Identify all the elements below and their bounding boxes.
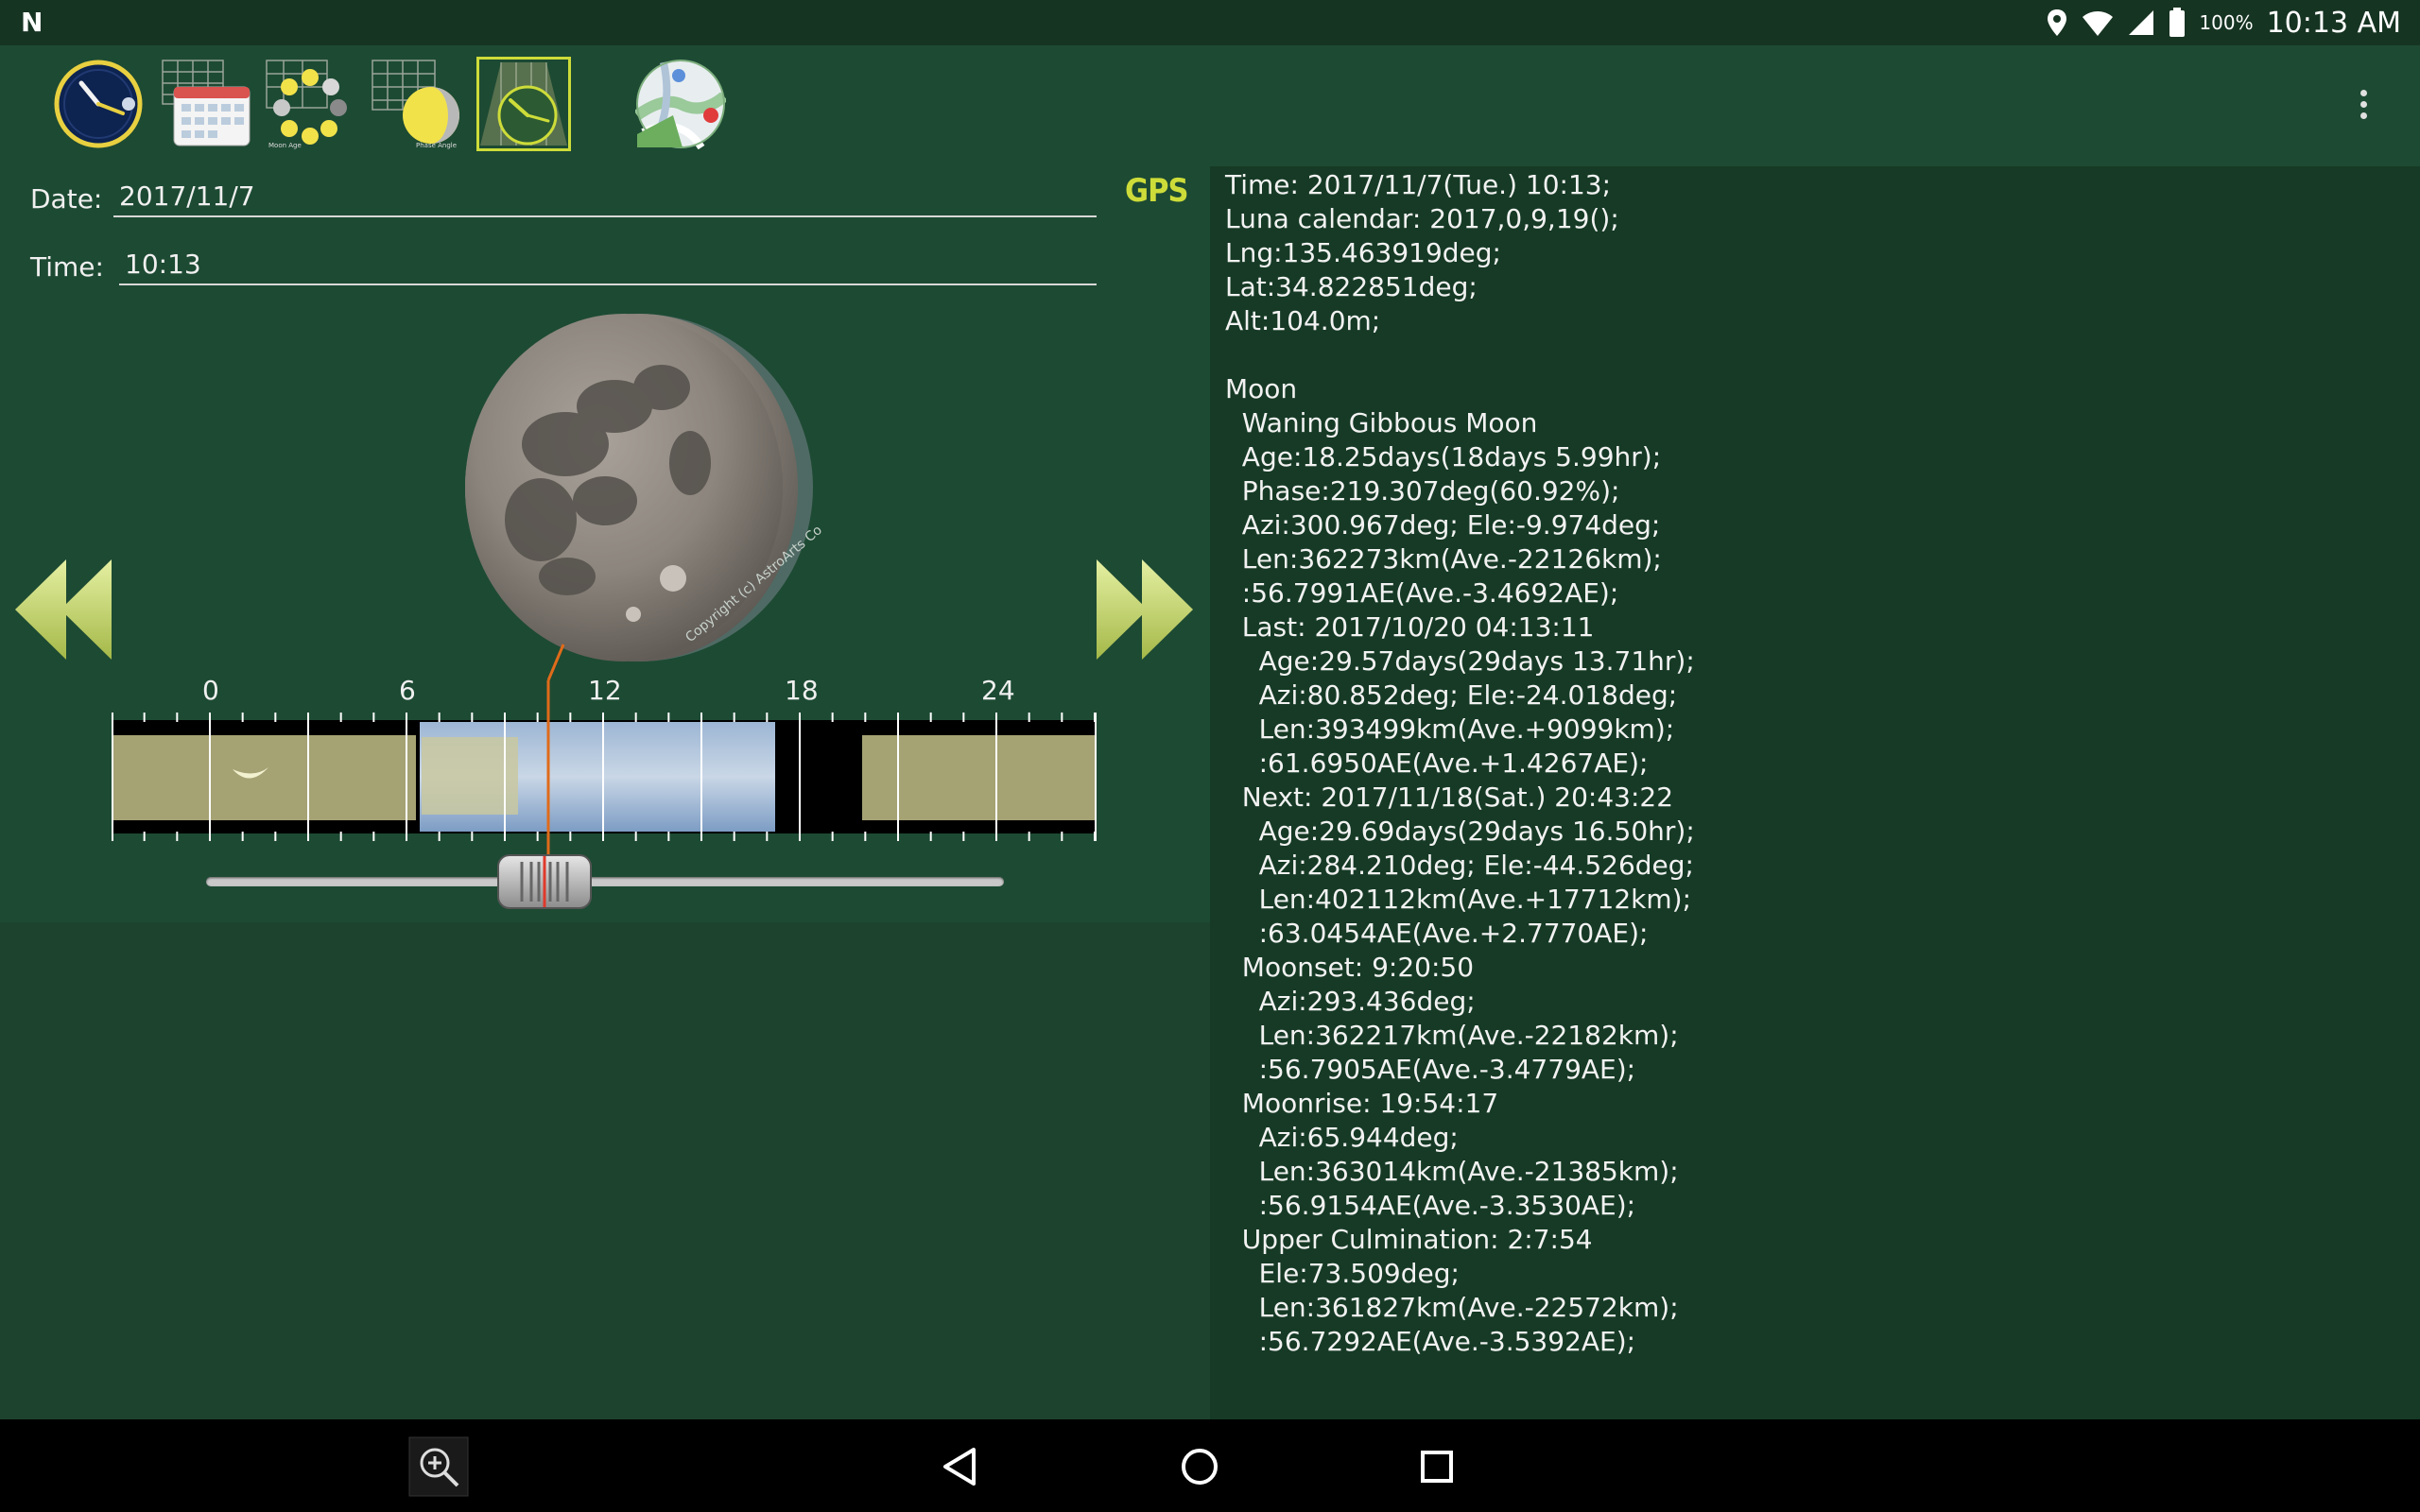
location-icon	[2048, 9, 2067, 36]
info-line: Last: 2017/10/20 04:13:11	[1225, 611, 1595, 643]
zoom-in-icon[interactable]	[408, 1436, 469, 1497]
info-line: :56.7292AE(Ave.-3.5392AE);	[1225, 1326, 1636, 1357]
tick-label-18: 18	[785, 675, 819, 706]
info-line: :56.7905AE(Ave.-3.4779AE);	[1225, 1054, 1636, 1085]
time-label: Time:	[30, 251, 104, 283]
info-line: :56.7991AE(Ave.-3.4692AE);	[1225, 577, 1619, 609]
previous-button[interactable]	[13, 558, 117, 662]
info-line: Len:402112km(Ave.+17712km);	[1225, 884, 1692, 915]
info-line: Waning Gibbous Moon	[1225, 407, 1538, 438]
info-line: Azi:65.944deg;	[1225, 1122, 1459, 1153]
moon-info-text: Time: 2017/11/7(Tue.) 10:13; Luna calenda…	[1225, 168, 2397, 1359]
date-label: Date:	[30, 183, 103, 215]
info-line: Moonrise: 19:54:17	[1225, 1088, 1499, 1119]
tick-label-6: 6	[399, 675, 416, 706]
info-line: Luna calendar: 2017,0,9,19();	[1225, 203, 1619, 234]
info-line: Lat:34.822851deg;	[1225, 271, 1478, 302]
status-bar: N 100% 10:13 AM	[0, 0, 2420, 45]
phase-angle-tool-icon[interactable]: Phase Angle	[371, 59, 461, 149]
calendar-tool-icon[interactable]	[161, 59, 251, 149]
info-line: Azi:80.852deg; Ele:-24.018deg;	[1225, 679, 1678, 711]
next-button[interactable]	[1091, 558, 1195, 662]
overflow-menu-icon[interactable]	[2352, 85, 2375, 127]
moon-age-caption: Moon Age	[268, 142, 302, 149]
info-line: Azi:284.210deg; Ele:-44.526deg;	[1225, 850, 1694, 881]
info-line	[1225, 338, 2397, 372]
map-tool-icon[interactable]	[635, 59, 726, 149]
back-icon[interactable]	[942, 1446, 979, 1487]
moon-up-band-morning	[112, 735, 416, 820]
battery-percent: 100%	[2199, 11, 2254, 34]
info-line: Ele:73.509deg;	[1225, 1258, 1460, 1289]
wifi-icon	[2083, 11, 2114, 36]
date-field[interactable]: 2017/11/7	[113, 176, 1097, 217]
tick-label-24: 24	[981, 675, 1015, 706]
info-line: Age:29.69days(29days 16.50hr);	[1225, 816, 1695, 847]
time-slider-thumb[interactable]	[497, 854, 592, 909]
info-line: :56.9154AE(Ave.-3.3530AE);	[1225, 1190, 1636, 1221]
recents-icon[interactable]	[1420, 1450, 1454, 1484]
clock-tool-icon[interactable]	[53, 59, 144, 149]
info-line: Len:362217km(Ave.-22182km);	[1225, 1020, 1679, 1051]
info-line: :63.0454AE(Ave.+2.7770AE);	[1225, 918, 1649, 949]
info-line: Moonset: 9:20:50	[1225, 952, 1475, 983]
phase-angle-caption: Phase Angle	[416, 142, 457, 149]
info-line: Len:362273km(Ave.-22126km);	[1225, 543, 1662, 575]
battery-icon	[2169, 8, 2186, 37]
signal-icon	[2129, 10, 2154, 35]
day-timeline[interactable]	[112, 711, 1097, 843]
info-line: Alt:104.0m;	[1225, 305, 1381, 336]
time-chart-tool-icon[interactable]	[476, 57, 571, 151]
info-line: Azi:300.967deg; Ele:-9.974deg;	[1225, 509, 1661, 541]
toolbar	[0, 45, 2420, 166]
tick-label-0: 0	[202, 675, 219, 706]
moon-phase-image: Copyright (c) AstroArts Co.	[465, 314, 822, 662]
tick-label-12: 12	[588, 675, 622, 706]
time-field[interactable]: 10:13	[119, 244, 1097, 285]
info-line: Len:361827km(Ave.-22572km);	[1225, 1292, 1679, 1323]
info-line: Phase:219.307deg(60.92%);	[1225, 475, 1620, 507]
info-line: Age:18.25days(18days 5.99hr);	[1225, 441, 1662, 472]
status-clock: 10:13 AM	[2266, 6, 2401, 40]
info-line: Azi:293.436deg;	[1225, 986, 1476, 1017]
current-time-indicator	[546, 644, 565, 866]
info-line: Upper Culmination: 2:7:54	[1225, 1224, 1593, 1255]
status-icons: 100% 10:13 AM	[2046, 4, 2401, 42]
info-line: Moon	[1225, 373, 1298, 404]
info-line: Len:363014km(Ave.-21385km);	[1225, 1156, 1679, 1187]
info-line: Age:29.57days(29days 13.71hr);	[1225, 645, 1695, 677]
home-icon[interactable]	[1181, 1448, 1219, 1486]
notification-n-icon: N	[21, 7, 43, 38]
info-line: Len:393499km(Ave.+9099km);	[1225, 713, 1675, 745]
time-slider-track[interactable]	[206, 877, 1004, 886]
info-line: Time: 2017/11/7(Tue.) 10:13;	[1225, 169, 1612, 200]
info-line: Lng:135.463919deg;	[1225, 237, 1501, 268]
gps-button[interactable]: GPS	[1125, 172, 1189, 210]
moon-age-tool-icon[interactable]: Moon Age	[265, 59, 355, 149]
info-line: :61.6950AE(Ave.+1.4267AE);	[1225, 747, 1649, 779]
info-line: Next: 2017/11/18(Sat.) 20:43:22	[1225, 782, 1674, 813]
